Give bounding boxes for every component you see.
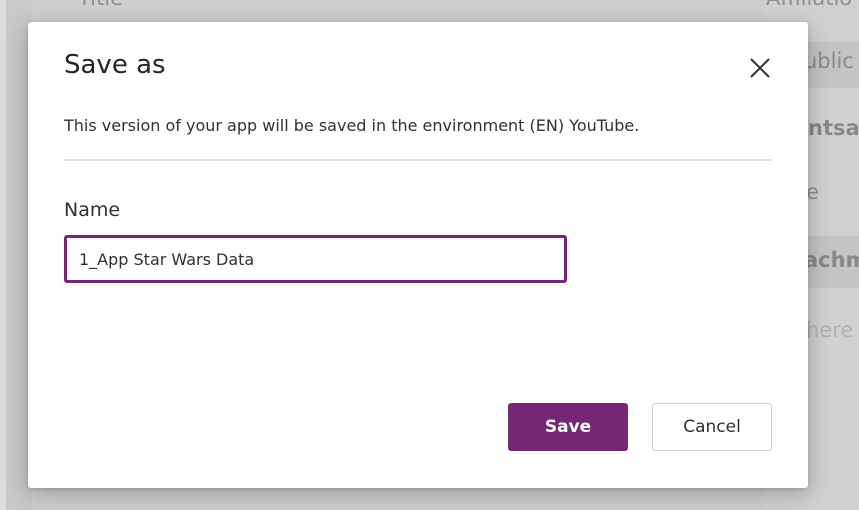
- save-as-dialog: Save as This version of your app will be…: [28, 22, 808, 488]
- background-row-5-text: here i: [806, 318, 859, 342]
- divider: [64, 159, 772, 161]
- background-row-1: ublic: [800, 42, 859, 88]
- close-button[interactable]: [746, 54, 774, 82]
- save-button[interactable]: Save: [508, 403, 628, 451]
- name-input[interactable]: [64, 235, 567, 283]
- name-label: Name: [64, 199, 121, 221]
- dialog-title: Save as: [64, 50, 166, 80]
- background-column-affiliation: Affiliatio: [766, 0, 852, 10]
- close-icon: [750, 58, 770, 78]
- background-column-title: Title: [78, 0, 123, 10]
- cancel-button[interactable]: Cancel: [652, 403, 772, 451]
- dialog-description: This version of your app will be saved i…: [64, 116, 640, 135]
- background-left-strip: [0, 0, 6, 510]
- background-row-4-text: achm: [804, 248, 859, 272]
- background-row-1-text: ublic: [804, 49, 854, 73]
- background-row-4: achm: [800, 236, 859, 288]
- background-row-2-text: ntsab: [808, 116, 859, 140]
